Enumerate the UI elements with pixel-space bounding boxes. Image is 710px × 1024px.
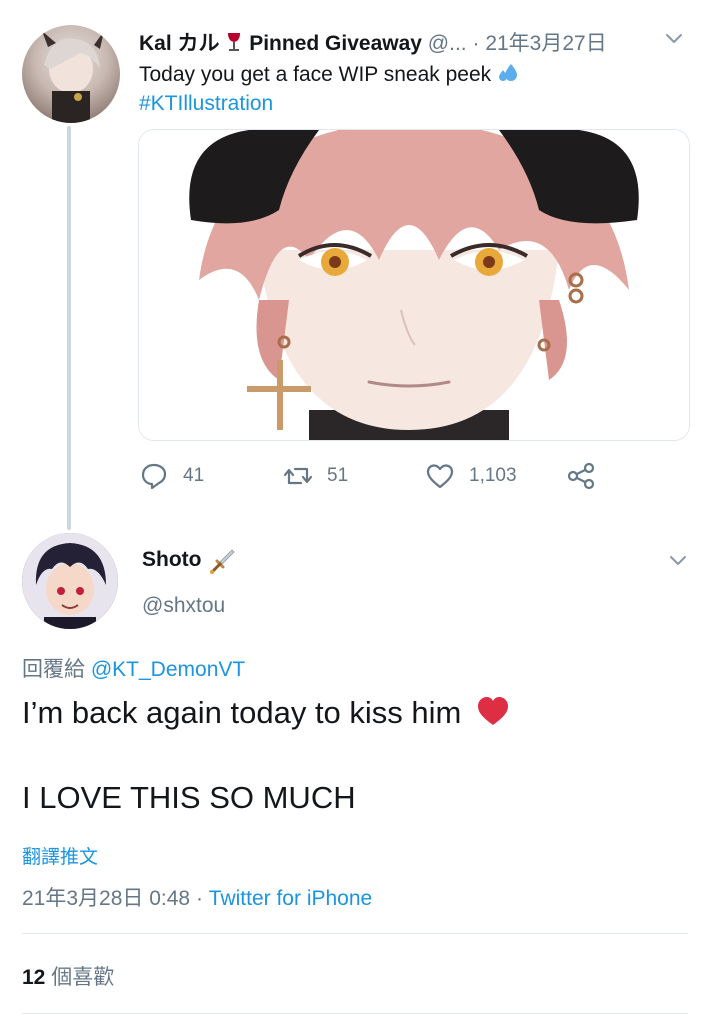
dagger-emoji <box>208 548 236 576</box>
red-heart-emoji <box>476 695 510 727</box>
tweet2-meta: 21年3月28日 0:48 · Twitter for iPhone <box>22 882 372 912</box>
meta-separator: · <box>195 887 203 910</box>
retweet-button[interactable]: 51 <box>283 458 348 494</box>
tweet1-header: Kal カル Pinned Giveaway @... · 21年3月27日 <box>139 27 659 59</box>
divider <box>22 933 688 934</box>
translate-tweet-link[interactable]: 翻譯推文 <box>22 842 98 869</box>
reply-icon <box>141 463 167 490</box>
reply-count: 41 <box>183 465 205 486</box>
share-button[interactable] <box>566 458 610 494</box>
tweet2-body-text: I’m back again today to kiss him <box>22 695 462 730</box>
shoto-avatar[interactable] <box>22 533 118 629</box>
likes-count: 12 <box>22 966 46 989</box>
tweet1-handle[interactable]: @... <box>428 32 467 55</box>
divider <box>22 1013 688 1014</box>
tweet1-pinned-label[interactable]: Pinned Giveaway <box>249 32 422 55</box>
tweet2-source-link[interactable]: Twitter for iPhone <box>209 887 372 910</box>
tweet1-hashtag-link[interactable]: #KTIllustration <box>139 90 273 118</box>
tweet2-body-line1: I’m back again today to kiss him <box>22 693 510 733</box>
tweet1-display-name[interactable]: Kal カル <box>139 32 220 55</box>
chevron-down-icon[interactable] <box>669 552 687 570</box>
tweet2-display-name[interactable]: Shoto <box>142 548 201 572</box>
tweet2-timestamp[interactable]: 21年3月28日 0:48 <box>22 887 190 910</box>
wine-glass-emoji <box>225 32 249 55</box>
likes-label: 個喜歡 <box>51 966 115 989</box>
tweet1-date[interactable]: 21年3月27日 <box>485 32 606 55</box>
tweet2-handle[interactable]: @shxtou <box>142 594 225 618</box>
tweet2-body-line2: I LOVE THIS SO MUCH <box>22 780 356 815</box>
replying-to-line: 回覆給 @KT_DemonVT <box>22 653 245 683</box>
kal-avatar[interactable] <box>22 25 120 123</box>
retweet-count: 51 <box>327 465 349 486</box>
sweat-drops-emoji <box>497 63 521 86</box>
tweet1-media-image[interactable] <box>138 129 690 441</box>
reply-to-handle-link[interactable]: @KT_DemonVT <box>91 658 245 681</box>
reply-button[interactable]: 41 <box>139 458 204 494</box>
tweet1-text: Today you get a face WIP sneak peek <box>139 63 492 86</box>
like-button[interactable]: 1,103 <box>425 458 517 494</box>
likes-summary[interactable]: 12 個喜歡 <box>22 961 114 991</box>
illustration-artwork <box>139 130 689 440</box>
share-icon <box>567 462 595 490</box>
tweet1-separator: · <box>472 32 480 55</box>
like-count: 1,103 <box>469 465 517 486</box>
reply-prefix: 回覆給 <box>22 658 85 681</box>
thread-connector-line <box>67 126 71 530</box>
retweet-icon <box>283 467 313 485</box>
tweet1-text-line: Today you get a face WIP sneak peek <box>139 61 679 89</box>
like-icon <box>426 464 454 489</box>
chevron-down-icon[interactable] <box>665 30 683 48</box>
